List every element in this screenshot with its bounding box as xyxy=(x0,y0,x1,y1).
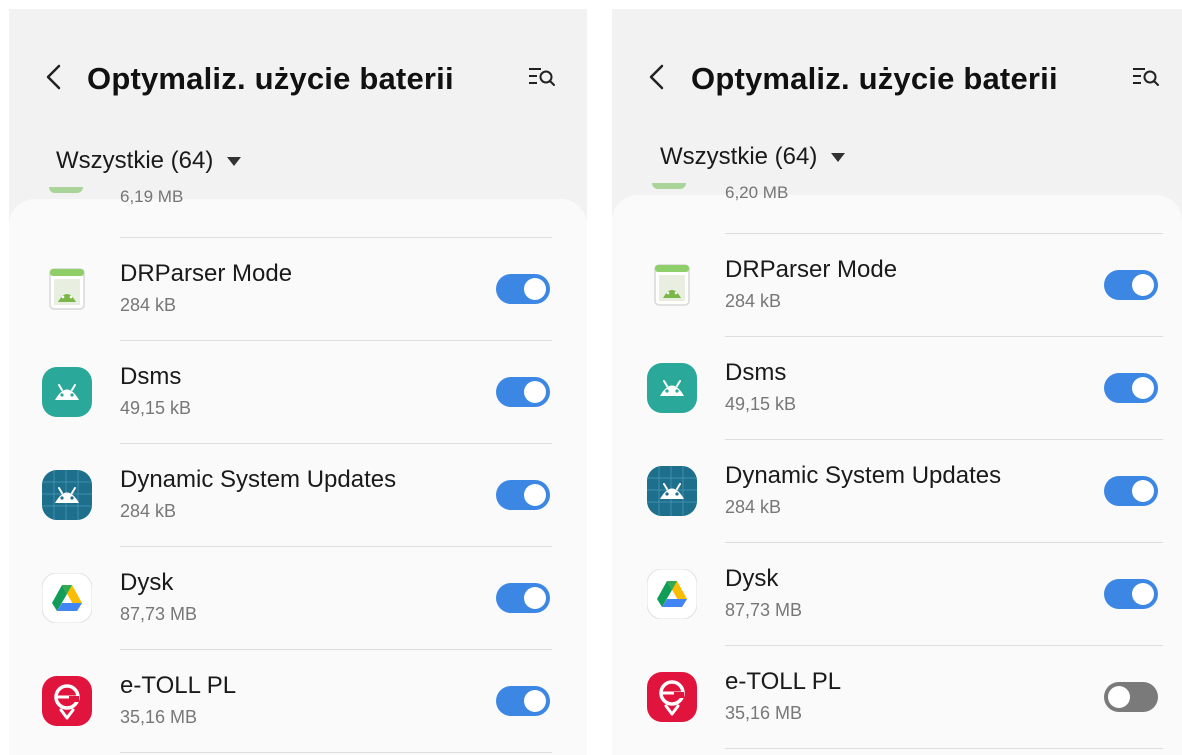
screen-after: Optymaliz. użycie baterii Wszystkie (64)… xyxy=(612,9,1182,755)
list-item-dsms[interactable]: Dsms 49,15 kB xyxy=(9,341,587,443)
google-drive-icon xyxy=(647,569,697,619)
android-icon xyxy=(647,363,697,413)
optimize-toggle[interactable] xyxy=(1104,476,1158,506)
app-size: 284 kB xyxy=(725,291,782,311)
app-icon-partial xyxy=(652,183,686,189)
toggle-knob xyxy=(524,484,546,506)
divider xyxy=(120,752,552,753)
dropdown-arrow-icon xyxy=(831,152,846,162)
optimize-toggle[interactable] xyxy=(1104,579,1158,609)
app-name: Dysk xyxy=(725,565,779,592)
back-arrow-icon[interactable] xyxy=(645,62,669,92)
toggle-knob xyxy=(1108,686,1130,708)
toggle-knob xyxy=(1132,274,1154,296)
app-size: 35,16 MB xyxy=(725,703,803,723)
app-icon-partial xyxy=(49,187,83,193)
list-item-dynamic-system-updates[interactable]: Dynamic System Updates 284 kB xyxy=(612,440,1182,542)
app-size: 35,16 MB xyxy=(120,707,198,727)
toggle-knob xyxy=(524,587,546,609)
filter-label: Wszystkie (64) xyxy=(660,143,818,170)
dropdown-arrow-icon xyxy=(227,156,242,166)
optimize-toggle[interactable] xyxy=(496,583,550,613)
list-item-dsms[interactable]: Dsms 49,15 kB xyxy=(612,337,1182,439)
app-size: 284 kB xyxy=(120,295,177,315)
drparser-icon xyxy=(654,264,690,306)
app-size: 87,73 MB xyxy=(725,600,803,620)
optimize-toggle[interactable] xyxy=(496,480,550,510)
list-item-etoll[interactable]: e-TOLL PL 35,16 MB xyxy=(9,650,587,752)
page-title: Optymaliz. użycie baterii xyxy=(87,61,454,96)
optimize-toggle[interactable] xyxy=(496,686,550,716)
app-size: 284 kB xyxy=(120,501,177,521)
drparser-icon xyxy=(49,268,85,310)
toggle-knob xyxy=(1132,480,1154,502)
list-item-dysk[interactable]: Dysk 87,73 MB xyxy=(612,543,1182,645)
screen-before: Optymaliz. użycie baterii Wszystkie (64)… xyxy=(9,9,587,755)
list-item-partial[interactable]: 6,20 MB xyxy=(612,183,1182,223)
optimize-toggle[interactable] xyxy=(496,274,550,304)
filter-label: Wszystkie (64) xyxy=(56,147,214,174)
app-name: Dsms xyxy=(120,363,182,390)
toggle-knob xyxy=(1132,583,1154,605)
toggle-knob xyxy=(524,278,546,300)
list-item-dysk[interactable]: Dysk 87,73 MB xyxy=(9,547,587,649)
app-size: 6,20 MB xyxy=(725,183,789,202)
app-name: DRParser Mode xyxy=(120,260,293,287)
app-name: Dynamic System Updates xyxy=(120,466,397,493)
list-item-etoll[interactable]: e-TOLL PL 35,16 MB xyxy=(612,646,1182,748)
filter-dropdown[interactable]: Wszystkie (64) xyxy=(56,147,242,175)
list-item-partial[interactable]: 6,19 MB xyxy=(9,187,587,227)
optimize-toggle[interactable] xyxy=(1104,373,1158,403)
app-name: DRParser Mode xyxy=(725,256,898,283)
optimize-toggle[interactable] xyxy=(1104,270,1158,300)
android-icon xyxy=(42,367,92,417)
app-list: 6,19 MB DRParser Mode 284 kB Dsms 49,15 … xyxy=(9,187,587,755)
google-drive-icon xyxy=(42,573,92,623)
list-item-drparser[interactable]: DRParser Mode 284 kB xyxy=(612,234,1182,336)
optimize-toggle[interactable] xyxy=(496,377,550,407)
app-name: e-TOLL PL xyxy=(725,668,842,695)
list-item-dynamic-system-updates[interactable]: Dynamic System Updates 284 kB xyxy=(9,444,587,546)
app-size: 284 kB xyxy=(725,497,782,517)
app-list: 6,20 MB DRParser Mode 284 kB Dsms 49,15 … xyxy=(612,183,1182,755)
divider xyxy=(725,748,1163,749)
list-item-drparser[interactable]: DRParser Mode 284 kB xyxy=(9,238,587,340)
app-name: Dysk xyxy=(120,569,174,596)
toggle-knob xyxy=(524,690,546,712)
optimize-toggle[interactable] xyxy=(1104,682,1158,712)
search-list-icon[interactable] xyxy=(1131,64,1161,90)
back-arrow-icon[interactable] xyxy=(42,62,66,92)
android-grid-icon xyxy=(647,466,697,516)
app-size: 49,15 kB xyxy=(120,398,192,418)
filter-dropdown[interactable]: Wszystkie (64) xyxy=(660,143,846,171)
toggle-knob xyxy=(1132,377,1154,399)
app-size: 49,15 kB xyxy=(725,394,797,414)
etoll-icon xyxy=(647,672,697,722)
app-size: 87,73 MB xyxy=(120,604,198,624)
android-grid-icon xyxy=(42,470,92,520)
app-name: Dsms xyxy=(725,359,787,386)
etoll-icon xyxy=(42,676,92,726)
toggle-knob xyxy=(524,381,546,403)
app-size: 6,19 MB xyxy=(120,187,184,206)
page-title: Optymaliz. użycie baterii xyxy=(691,61,1058,96)
app-name: Dynamic System Updates xyxy=(725,462,1002,489)
search-list-icon[interactable] xyxy=(527,64,557,90)
app-name: e-TOLL PL xyxy=(120,672,237,699)
